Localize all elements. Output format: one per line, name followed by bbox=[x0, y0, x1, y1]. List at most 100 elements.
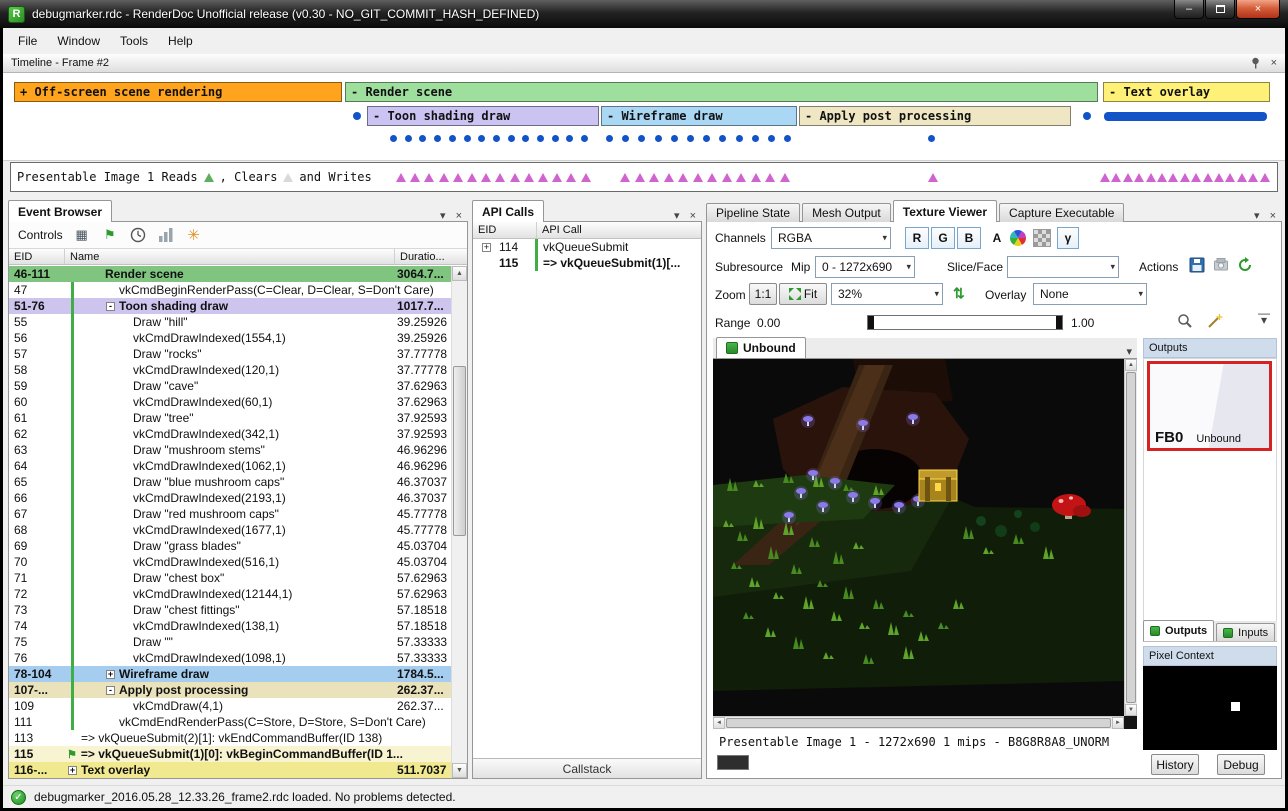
range-high-handle[interactable] bbox=[1056, 316, 1062, 329]
write-triangle[interactable] bbox=[751, 173, 761, 182]
event-row-65[interactable]: 65Draw "blue mushroom caps"46.37037 bbox=[9, 474, 451, 490]
slice-face-select[interactable]: ▾ bbox=[1007, 256, 1119, 278]
timeline-section-offscreen[interactable]: + Off-screen scene rendering bbox=[14, 82, 342, 102]
history-button[interactable]: History bbox=[1151, 754, 1199, 775]
event-row-115[interactable]: 115⚑=> vkQueueSubmit(1)[0]: vkBeginComma… bbox=[9, 746, 451, 762]
menu-window[interactable]: Window bbox=[47, 30, 110, 52]
write-triangle[interactable] bbox=[1260, 173, 1270, 182]
write-triangle[interactable] bbox=[1134, 173, 1144, 182]
timeline-section-toon[interactable]: - Toon shading draw bbox=[367, 106, 599, 126]
draw-event-dot[interactable] bbox=[1083, 112, 1091, 120]
event-row-113[interactable]: 113=> vkQueueSubmit(2)[1]: vkEndCommandB… bbox=[9, 730, 451, 746]
flip-y-icon[interactable]: ⇅ bbox=[953, 285, 965, 302]
menu-file[interactable]: File bbox=[8, 30, 47, 52]
write-triangle[interactable] bbox=[410, 173, 420, 182]
draw-event-dot[interactable] bbox=[537, 135, 544, 142]
write-triangle[interactable] bbox=[620, 173, 630, 182]
event-row-66[interactable]: 66vkCmdDrawIndexed(2193,1)46.37037 bbox=[9, 490, 451, 506]
write-triangle[interactable] bbox=[1191, 173, 1201, 182]
write-triangle[interactable] bbox=[424, 173, 434, 182]
draw-event-dot[interactable] bbox=[464, 135, 471, 142]
write-triangle[interactable] bbox=[693, 173, 703, 182]
write-triangle[interactable] bbox=[1100, 173, 1110, 182]
event-row-51-76[interactable]: 51-76-Toon shading draw1017.7... bbox=[9, 298, 451, 314]
autofit-wand-icon[interactable] bbox=[1207, 313, 1223, 332]
column-name[interactable]: Name bbox=[65, 249, 395, 264]
draw-event-dot[interactable] bbox=[622, 135, 629, 142]
scroll-down-icon[interactable]: ▼ bbox=[1125, 704, 1137, 716]
tab-unbound-texture[interactable]: Unbound bbox=[716, 337, 806, 358]
dock-menu-icon[interactable]: ▾ bbox=[674, 209, 680, 222]
write-triangle[interactable] bbox=[928, 173, 938, 182]
zoom-select[interactable]: 32% ▾ bbox=[831, 283, 943, 305]
write-triangle[interactable] bbox=[765, 173, 775, 182]
scroll-down-icon[interactable]: ▼ bbox=[452, 763, 467, 778]
zoom-1-1-button[interactable]: 1:1 bbox=[749, 283, 777, 305]
write-triangle[interactable] bbox=[1123, 173, 1133, 182]
range-slider[interactable] bbox=[867, 315, 1063, 330]
column-api-call[interactable]: API Call bbox=[537, 222, 701, 238]
event-row-76[interactable]: 76vkCmdDrawIndexed(1098,1)57.33333 bbox=[9, 650, 451, 666]
dock-menu-icon[interactable]: ▾ bbox=[440, 209, 446, 222]
tab-mesh-output[interactable]: Mesh Output bbox=[802, 203, 891, 222]
draw-event-dot[interactable] bbox=[768, 135, 775, 142]
close-button[interactable]: × bbox=[1236, 0, 1280, 19]
dock-menu-icon[interactable]: ▾ bbox=[1254, 209, 1260, 222]
draw-event-dot[interactable] bbox=[784, 135, 791, 142]
maximize-button[interactable] bbox=[1205, 0, 1235, 19]
event-row-75[interactable]: 75Draw ""57.33333 bbox=[9, 634, 451, 650]
timeline-close-icon[interactable]: × bbox=[1271, 57, 1277, 69]
draw-event-dot[interactable] bbox=[581, 135, 588, 142]
channel-alpha-toggle[interactable]: A bbox=[985, 227, 1009, 249]
timeline-section-text-overlay[interactable]: - Text overlay bbox=[1103, 82, 1270, 102]
pin-icon[interactable] bbox=[1250, 57, 1261, 69]
texture-list-dropdown-icon[interactable]: ▾ bbox=[1126, 345, 1132, 358]
checkerboard-background-icon[interactable] bbox=[1033, 229, 1051, 247]
event-row-47[interactable]: 47vkCmdBeginRenderPass(C=Clear, D=Clear,… bbox=[9, 282, 451, 298]
collapse-icon[interactable]: - bbox=[106, 302, 115, 311]
draw-event-dot[interactable] bbox=[703, 135, 710, 142]
texture-image[interactable] bbox=[713, 359, 1124, 716]
event-row-60[interactable]: 60vkCmdDrawIndexed(60,1)37.62963 bbox=[9, 394, 451, 410]
menu-help[interactable]: Help bbox=[158, 30, 203, 52]
write-triangle[interactable] bbox=[1111, 173, 1121, 182]
write-triangle[interactable] bbox=[1157, 173, 1167, 182]
write-triangle[interactable] bbox=[453, 173, 463, 182]
draw-event-dot[interactable] bbox=[928, 135, 935, 142]
draw-event-dot[interactable] bbox=[566, 135, 573, 142]
time-durations-icon[interactable] bbox=[129, 226, 147, 244]
draw-event-dot[interactable] bbox=[638, 135, 645, 142]
tab-pipeline-state[interactable]: Pipeline State bbox=[706, 203, 800, 222]
panel-close-icon[interactable]: × bbox=[690, 210, 696, 222]
scrollbar-thumb[interactable] bbox=[453, 366, 466, 536]
tab-outputs[interactable]: Outputs bbox=[1143, 620, 1214, 641]
write-triangle[interactable] bbox=[510, 173, 520, 182]
api-row-115[interactable]: 115 => vkQueueSubmit(1)[... bbox=[473, 255, 701, 271]
write-triangle[interactable] bbox=[396, 173, 406, 182]
tab-capture-executable[interactable]: Capture Executable bbox=[999, 203, 1124, 222]
overlay-select[interactable]: None ▾ bbox=[1033, 283, 1147, 305]
channel-green-toggle[interactable]: G bbox=[931, 227, 955, 249]
event-row-63[interactable]: 63Draw "mushroom stems"46.96296 bbox=[9, 442, 451, 458]
panel-close-icon[interactable]: × bbox=[456, 210, 462, 222]
channels-select[interactable]: RGBA ▾ bbox=[771, 227, 891, 249]
gamma-toggle[interactable]: γ bbox=[1057, 227, 1079, 249]
event-row-58[interactable]: 58vkCmdDrawIndexed(120,1)37.77778 bbox=[9, 362, 451, 378]
mip-select[interactable]: 0 - 1272x690 ▾ bbox=[815, 256, 915, 278]
draw-event-dot[interactable] bbox=[552, 135, 559, 142]
timeline-section-post[interactable]: - Apply post processing bbox=[799, 106, 1071, 126]
event-row-116-...[interactable]: 116-...+Text overlay511.7037 bbox=[9, 762, 451, 778]
timeline-section-wireframe[interactable]: - Wireframe draw bbox=[601, 106, 797, 126]
write-triangle[interactable] bbox=[678, 173, 688, 182]
export-texture-icon[interactable] bbox=[1213, 257, 1229, 276]
write-triangle[interactable] bbox=[581, 173, 591, 182]
write-triangle[interactable] bbox=[1237, 173, 1247, 182]
event-row-59[interactable]: 59Draw "cave"37.62963 bbox=[9, 378, 451, 394]
write-triangle[interactable] bbox=[566, 173, 576, 182]
event-row-107-...[interactable]: 107-...-Apply post processing262.37... bbox=[9, 682, 451, 698]
write-triangle[interactable] bbox=[481, 173, 491, 182]
column-eid[interactable]: EID bbox=[9, 249, 65, 264]
draw-event-dot[interactable] bbox=[434, 135, 441, 142]
draw-event-dot[interactable] bbox=[390, 135, 397, 142]
save-texture-icon[interactable] bbox=[1189, 257, 1205, 276]
